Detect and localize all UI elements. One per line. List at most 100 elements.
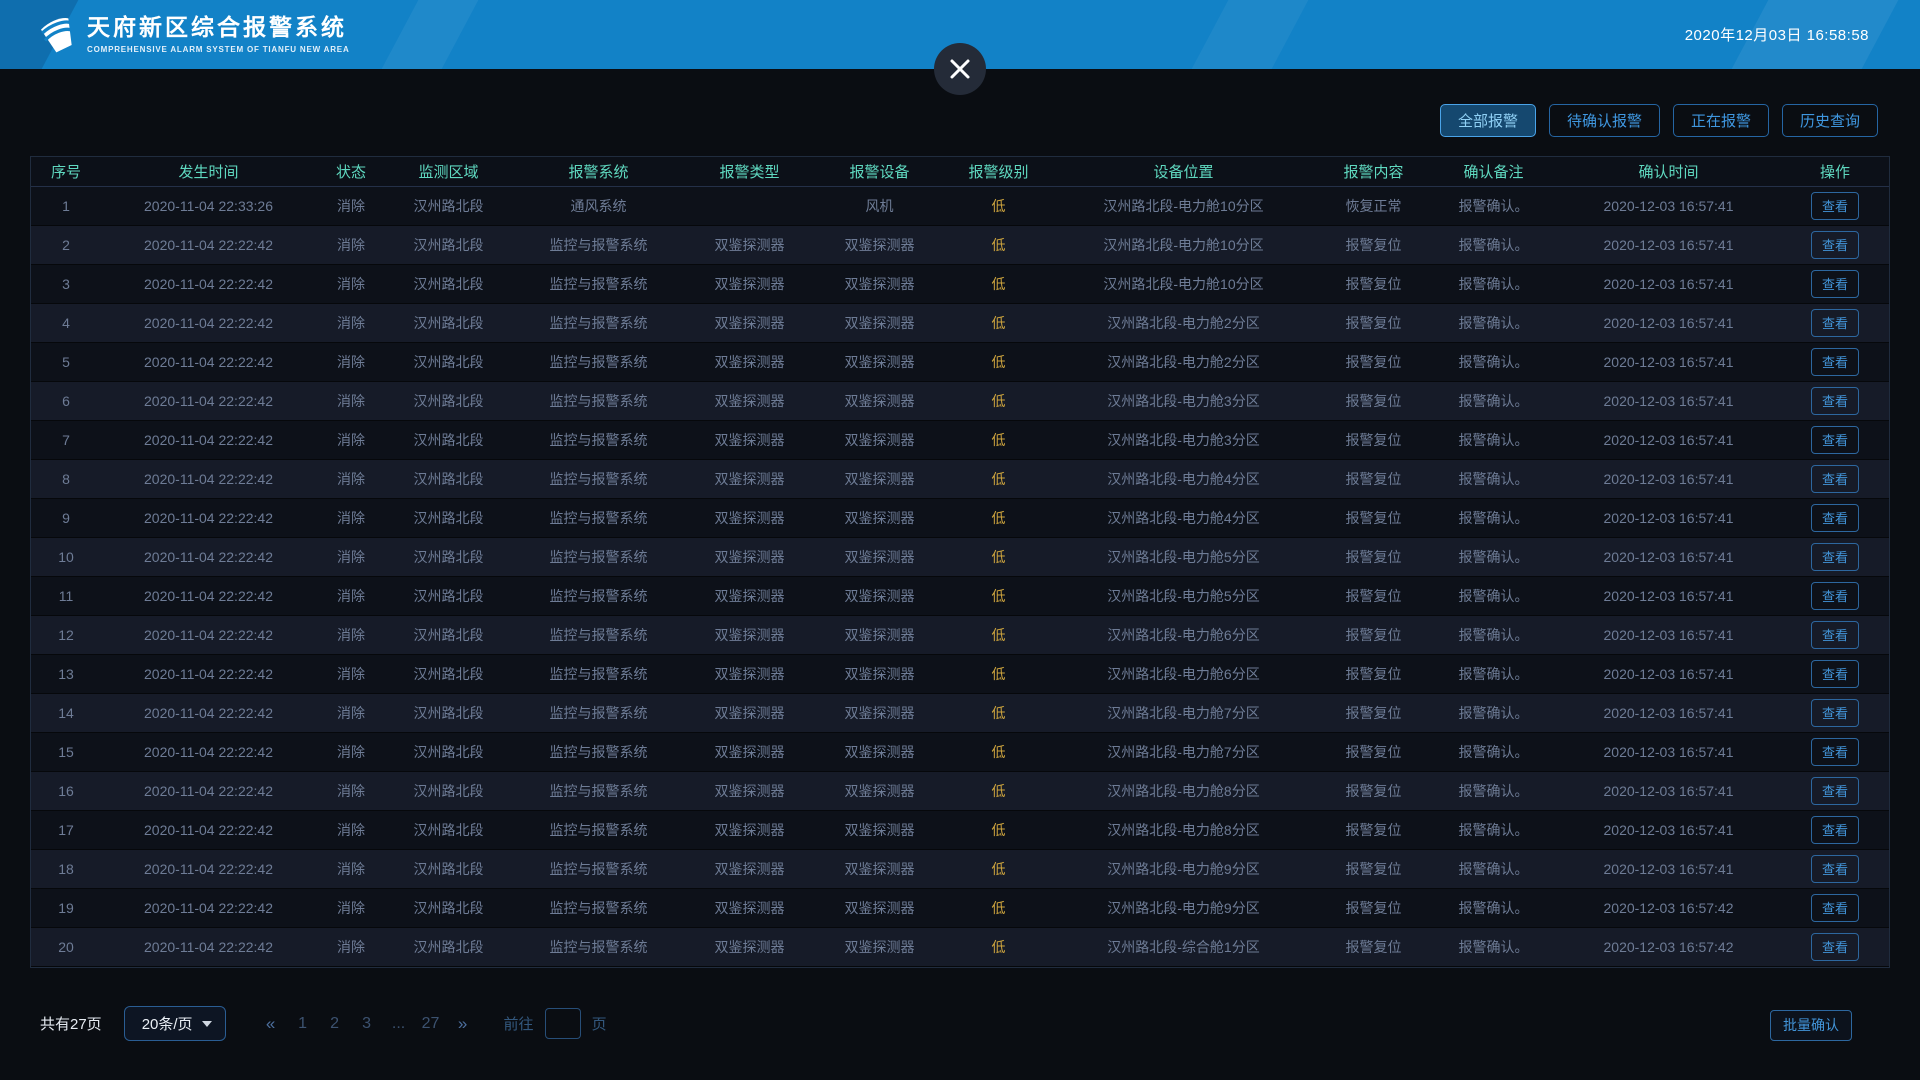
cell-occur-time: 2020-11-04 22:22:42 — [101, 537, 316, 576]
column-header-alarm-device: 报警设备 — [813, 157, 946, 186]
cell-alarm-content: 报警复位 — [1316, 420, 1431, 459]
table-row: 162020-11-04 22:22:42消除汉州路北段监控与报警系统双鉴探测器… — [31, 771, 1889, 810]
cell-device-location: 汉州路北段-电力舱2分区 — [1051, 303, 1316, 342]
goto-page-group: 前往 页 — [504, 1008, 607, 1039]
cell-monitor-area: 汉州路北段 — [386, 927, 511, 966]
cell-alarm-type: 双鉴探测器 — [686, 654, 813, 693]
cell-occur-time: 2020-11-04 22:33:26 — [101, 186, 316, 225]
cell-monitor-area: 汉州路北段 — [386, 264, 511, 303]
cell-monitor-area: 汉州路北段 — [386, 342, 511, 381]
cell-status: 消除 — [316, 459, 386, 498]
filter-button-历史查询[interactable]: 历史查询 — [1782, 104, 1878, 137]
close-button[interactable] — [934, 43, 986, 95]
cell-alarm-type: 双鉴探测器 — [686, 420, 813, 459]
cell-seq: 16 — [31, 771, 101, 810]
cell-action: 查看 — [1781, 732, 1889, 771]
page-button-27[interactable]: 27 — [418, 1015, 444, 1033]
cell-status: 消除 — [316, 420, 386, 459]
filter-button-全部报警[interactable]: 全部报警 — [1440, 104, 1536, 137]
view-button[interactable]: 查看 — [1811, 348, 1859, 376]
cell-confirm-time: 2020-12-03 16:57:41 — [1556, 459, 1781, 498]
cell-seq: 18 — [31, 849, 101, 888]
next-page-button[interactable]: » — [450, 1014, 476, 1034]
column-header-action: 操作 — [1781, 157, 1889, 186]
cell-status: 消除 — [316, 264, 386, 303]
table-row: 62020-11-04 22:22:42消除汉州路北段监控与报警系统双鉴探测器双… — [31, 381, 1889, 420]
cell-occur-time: 2020-11-04 22:22:42 — [101, 654, 316, 693]
view-button[interactable]: 查看 — [1811, 309, 1859, 337]
view-button[interactable]: 查看 — [1811, 192, 1859, 220]
filter-button-正在报警[interactable]: 正在报警 — [1673, 104, 1769, 137]
view-button[interactable]: 查看 — [1811, 816, 1859, 844]
cell-alarm-device: 双鉴探测器 — [813, 888, 946, 927]
cell-device-location: 汉州路北段-电力舱4分区 — [1051, 498, 1316, 537]
view-button[interactable]: 查看 — [1811, 855, 1859, 883]
view-button[interactable]: 查看 — [1811, 465, 1859, 493]
goto-page-input[interactable] — [545, 1008, 581, 1039]
page-button-1[interactable]: 1 — [290, 1015, 316, 1033]
cell-confirm-note: 报警确认。 — [1431, 654, 1556, 693]
cell-confirm-time: 2020-12-03 16:57:41 — [1556, 498, 1781, 537]
cell-confirm-note: 报警确认。 — [1431, 342, 1556, 381]
cell-confirm-note: 报警确认。 — [1431, 810, 1556, 849]
table-row: 122020-11-04 22:22:42消除汉州路北段监控与报警系统双鉴探测器… — [31, 615, 1889, 654]
cell-status: 消除 — [316, 303, 386, 342]
cell-alarm-level: 低 — [946, 420, 1051, 459]
filter-button-待确认报警[interactable]: 待确认报警 — [1549, 104, 1660, 137]
view-button[interactable]: 查看 — [1811, 387, 1859, 415]
view-button[interactable]: 查看 — [1811, 660, 1859, 688]
cell-alarm-level: 低 — [946, 888, 1051, 927]
cell-alarm-level: 低 — [946, 381, 1051, 420]
cell-status: 消除 — [316, 615, 386, 654]
cell-device-location: 汉州路北段-电力舱6分区 — [1051, 654, 1316, 693]
cell-confirm-note: 报警确认。 — [1431, 264, 1556, 303]
cell-alarm-type: 双鉴探测器 — [686, 537, 813, 576]
view-button[interactable]: 查看 — [1811, 933, 1859, 961]
page-title: 天府新区综合报警系统 — [87, 15, 350, 40]
view-button[interactable]: 查看 — [1811, 504, 1859, 532]
cell-confirm-time: 2020-12-03 16:57:41 — [1556, 771, 1781, 810]
cell-action: 查看 — [1781, 420, 1889, 459]
cell-confirm-time: 2020-12-03 16:57:41 — [1556, 810, 1781, 849]
page-ellipsis: ... — [386, 1015, 412, 1033]
view-button[interactable]: 查看 — [1811, 777, 1859, 805]
view-button[interactable]: 查看 — [1811, 270, 1859, 298]
cell-alarm-type: 双鉴探测器 — [686, 576, 813, 615]
cell-alarm-system: 监控与报警系统 — [511, 849, 686, 888]
cell-confirm-note: 报警确认。 — [1431, 615, 1556, 654]
cell-confirm-time: 2020-12-03 16:57:41 — [1556, 615, 1781, 654]
cell-confirm-note: 报警确认。 — [1431, 420, 1556, 459]
brand: 天府新区综合报警系统 COMPREHENSIVE ALARM SYSTEM OF… — [33, 7, 350, 63]
cell-alarm-type: 双鉴探测器 — [686, 771, 813, 810]
cell-alarm-level: 低 — [946, 732, 1051, 771]
cell-monitor-area: 汉州路北段 — [386, 849, 511, 888]
cell-confirm-time: 2020-12-03 16:57:41 — [1556, 264, 1781, 303]
cell-seq: 14 — [31, 693, 101, 732]
view-button[interactable]: 查看 — [1811, 621, 1859, 649]
view-button[interactable]: 查看 — [1811, 543, 1859, 571]
view-button[interactable]: 查看 — [1811, 582, 1859, 610]
cell-occur-time: 2020-11-04 22:22:42 — [101, 264, 316, 303]
view-button[interactable]: 查看 — [1811, 231, 1859, 259]
app-logo-icon — [33, 7, 73, 63]
view-button[interactable]: 查看 — [1811, 699, 1859, 727]
table-row: 112020-11-04 22:22:42消除汉州路北段监控与报警系统双鉴探测器… — [31, 576, 1889, 615]
cell-alarm-type — [686, 186, 813, 225]
cell-alarm-content: 报警复位 — [1316, 225, 1431, 264]
cell-device-location: 汉州路北段-电力舱10分区 — [1051, 186, 1316, 225]
page-size-dropdown[interactable]: 20条/页 — [124, 1006, 226, 1041]
cell-alarm-type: 双鉴探测器 — [686, 303, 813, 342]
cell-action: 查看 — [1781, 537, 1889, 576]
cell-seq: 20 — [31, 927, 101, 966]
page-button-3[interactable]: 3 — [354, 1015, 380, 1033]
cell-alarm-type: 双鉴探测器 — [686, 498, 813, 537]
column-header-alarm-level: 报警级别 — [946, 157, 1051, 186]
view-button[interactable]: 查看 — [1811, 894, 1859, 922]
cell-alarm-device: 双鉴探测器 — [813, 537, 946, 576]
prev-page-button[interactable]: « — [258, 1014, 284, 1034]
view-button[interactable]: 查看 — [1811, 426, 1859, 454]
batch-confirm-button[interactable]: 批量确认 — [1770, 1010, 1852, 1041]
view-button[interactable]: 查看 — [1811, 738, 1859, 766]
cell-alarm-system: 监控与报警系统 — [511, 498, 686, 537]
page-button-2[interactable]: 2 — [322, 1015, 348, 1033]
